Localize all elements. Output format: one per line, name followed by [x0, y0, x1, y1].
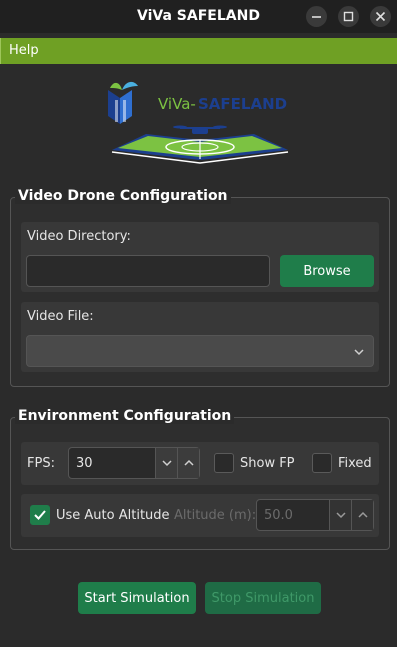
auto-altitude-label[interactable]: Use Auto Altitude — [56, 508, 170, 523]
show-fp-checkbox[interactable] — [214, 453, 234, 473]
chevron-up-icon — [183, 459, 194, 466]
video-directory-input[interactable] — [26, 255, 270, 287]
video-file-label: Video File: — [27, 309, 94, 324]
stop-simulation-button[interactable]: Stop Simulation — [205, 582, 321, 614]
maximize-button[interactable] — [338, 6, 359, 27]
auto-altitude-checkbox[interactable] — [30, 505, 50, 525]
viva-safeland-logo: ViVa- SAFELAND — [104, 78, 296, 166]
fixed-checkbox[interactable] — [312, 453, 332, 473]
title-bar: ViVa SAFELAND — [0, 0, 397, 33]
altitude-decrement[interactable] — [329, 500, 351, 530]
maximize-icon — [343, 11, 354, 22]
fps-spinbox[interactable]: 30 — [68, 447, 200, 479]
fps-label: FPS: — [27, 456, 55, 471]
checkmark-icon — [34, 510, 46, 520]
altitude-value: 50.0 — [264, 507, 293, 523]
show-fp-label[interactable]: Show FP — [240, 456, 295, 471]
logo-text-viva: ViVa- — [158, 95, 196, 113]
chevron-down-icon — [354, 349, 364, 356]
altitude-label: Altitude (m): — [174, 508, 257, 523]
env-config-title: Environment Configuration — [15, 408, 235, 424]
fixed-label[interactable]: Fixed — [338, 456, 372, 471]
menu-bar: Help — [0, 38, 397, 64]
video-directory-label: Video Directory: — [27, 229, 131, 244]
chevron-down-icon — [161, 460, 172, 467]
menu-help[interactable]: Help — [9, 43, 39, 58]
close-icon — [375, 11, 386, 22]
video-config-title: Video Drone Configuration — [15, 188, 231, 204]
minimize-button[interactable] — [306, 6, 327, 27]
fps-value: 30 — [76, 455, 93, 471]
logo-graphic: ViVa- SAFELAND — [108, 81, 289, 164]
fps-decrement[interactable] — [155, 448, 177, 478]
chevron-up-icon — [357, 511, 368, 518]
altitude-increment[interactable] — [351, 500, 373, 530]
altitude-spinbox[interactable]: 50.0 — [256, 499, 374, 531]
browse-button[interactable]: Browse — [280, 255, 374, 287]
video-file-select[interactable] — [26, 335, 374, 367]
logo-text-safeland: SAFELAND — [198, 95, 287, 113]
minimize-icon — [312, 16, 321, 18]
fps-increment[interactable] — [177, 448, 199, 478]
close-button[interactable] — [370, 6, 391, 27]
start-simulation-button[interactable]: Start Simulation — [78, 582, 196, 614]
chevron-down-icon — [335, 512, 346, 519]
